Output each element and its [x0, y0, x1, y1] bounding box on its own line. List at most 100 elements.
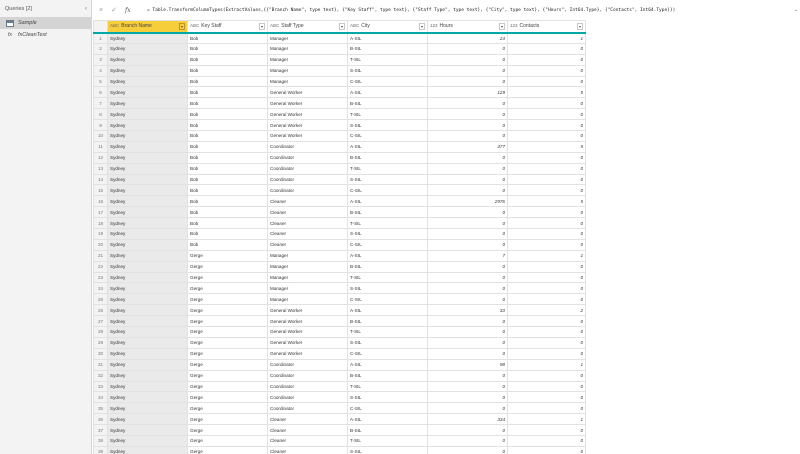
table-cell[interactable]: 0	[427, 75, 508, 88]
table-cell[interactable]: B-SIL	[347, 315, 428, 328]
table-cell[interactable]: Coordinator	[267, 391, 348, 404]
table-cell[interactable]: Coordinator	[267, 140, 348, 153]
table-cell[interactable]: 0	[507, 64, 586, 77]
table-cell[interactable]: General Worker	[267, 347, 348, 360]
table-cell[interactable]: 0	[427, 53, 508, 66]
collapse-chevron-icon[interactable]: ‹	[85, 6, 87, 12]
column-header-city[interactable]: ABC City ▾	[347, 20, 428, 34]
table-cell[interactable]: Sydney	[107, 32, 188, 44]
row-number[interactable]: 8	[93, 108, 108, 121]
table-cell[interactable]: 0	[507, 42, 586, 55]
row-number[interactable]: 17	[93, 206, 108, 219]
table-cell[interactable]: Bob	[187, 195, 268, 208]
table-cell[interactable]: 0	[427, 130, 508, 142]
table-cell[interactable]: 0	[427, 217, 508, 230]
table-cell[interactable]: Gerge	[187, 402, 268, 415]
table-cell[interactable]: 0	[427, 184, 508, 197]
table-cell[interactable]: Manager	[267, 53, 348, 66]
table-cell[interactable]: Sydney	[107, 108, 188, 121]
table-cell[interactable]: 0	[507, 380, 586, 393]
table-cell[interactable]: Bob	[187, 151, 268, 164]
table-cell[interactable]: 0	[427, 162, 508, 175]
table-cell[interactable]: Coordinator	[267, 402, 348, 415]
table-cell[interactable]: Sydney	[107, 75, 188, 88]
filter-dropdown-icon[interactable]: ▾	[499, 23, 505, 30]
table-cell[interactable]: C-SIL	[347, 75, 428, 88]
table-cell[interactable]: Bob	[187, 64, 268, 77]
filter-dropdown-icon[interactable]: ▾	[179, 23, 185, 30]
table-cell[interactable]: Sydney	[107, 217, 188, 230]
table-cell[interactable]: 0	[427, 391, 508, 404]
table-cell[interactable]: 0	[427, 445, 508, 454]
table-cell[interactable]: Sydney	[107, 293, 188, 306]
table-cell[interactable]: Sydney	[107, 130, 188, 142]
table-cell[interactable]: 0	[507, 336, 586, 349]
row-number[interactable]: 32	[93, 369, 108, 382]
table-cell[interactable]: Gerge	[187, 358, 268, 371]
table-cell[interactable]: Sydney	[107, 53, 188, 66]
table-cell[interactable]: Cleaner	[267, 206, 348, 219]
table-cell[interactable]: Sydney	[107, 413, 188, 426]
query-item-sample[interactable]: Sample	[0, 17, 91, 29]
table-cell[interactable]: Bob	[187, 97, 268, 110]
table-cell[interactable]: A-SIL	[347, 140, 428, 153]
table-cell[interactable]: Sydney	[107, 173, 188, 186]
table-cell[interactable]: Cleaner	[267, 217, 348, 230]
table-cell[interactable]: C-SIL	[347, 347, 428, 360]
table-cell[interactable]: 0	[507, 391, 586, 404]
table-cell[interactable]: 0	[507, 53, 586, 66]
row-number[interactable]: 6	[93, 86, 108, 99]
row-number[interactable]: 10	[93, 130, 108, 142]
table-cell[interactable]: Sydney	[107, 358, 188, 371]
table-cell[interactable]: Sydney	[107, 424, 188, 436]
column-header-branch-name[interactable]: ABC Branch Name ▾	[107, 20, 188, 34]
filter-dropdown-icon[interactable]: ▾	[339, 23, 345, 30]
table-cell[interactable]: B-SIL	[347, 424, 428, 436]
table-cell[interactable]: 0	[507, 424, 586, 436]
table-cell[interactable]: Bob	[187, 140, 268, 153]
row-number[interactable]: 24	[93, 282, 108, 295]
table-cell[interactable]: C-SIL	[347, 184, 428, 197]
queries-header[interactable]: Queries [2] ‹	[0, 0, 91, 17]
table-cell[interactable]: 0	[427, 282, 508, 295]
table-cell[interactable]: S-SIL	[347, 336, 428, 349]
table-cell[interactable]: Sydney	[107, 42, 188, 55]
table-cell[interactable]: Gerge	[187, 380, 268, 393]
table-cell[interactable]: 0	[427, 424, 508, 436]
table-cell[interactable]: T-SIL	[347, 108, 428, 121]
table-cell[interactable]: 33	[427, 304, 508, 317]
table-cell[interactable]: 0	[507, 445, 586, 454]
table-cell[interactable]: 0	[507, 184, 586, 197]
table-cell[interactable]: Sydney	[107, 326, 188, 338]
table-cell[interactable]: 477	[427, 140, 508, 153]
row-number[interactable]: 13	[93, 162, 108, 175]
table-cell[interactable]: 0	[507, 217, 586, 230]
table-cell[interactable]: Bob	[187, 162, 268, 175]
table-cell[interactable]: Manager	[267, 260, 348, 273]
table-cell[interactable]: T-SIL	[347, 271, 428, 284]
table-cell[interactable]: General Worker	[267, 97, 348, 110]
table-cell[interactable]: Bob	[187, 108, 268, 121]
column-header-staff-type[interactable]: ABC Staff Type ▾	[267, 20, 348, 34]
table-cell[interactable]: 334	[427, 413, 508, 426]
table-cell[interactable]: Gerge	[187, 369, 268, 382]
table-cell[interactable]: Cleaner	[267, 228, 348, 240]
table-cell[interactable]: Sydney	[107, 206, 188, 219]
row-number[interactable]: 36	[93, 413, 108, 426]
table-cell[interactable]: T-SIL	[347, 434, 428, 447]
table-cell[interactable]: 0	[427, 64, 508, 77]
table-cell[interactable]: Sydney	[107, 271, 188, 284]
table-cell[interactable]: 0	[507, 315, 586, 328]
table-cell[interactable]: C-SIL	[347, 130, 428, 142]
row-number[interactable]: 18	[93, 217, 108, 230]
row-number[interactable]: 39	[93, 445, 108, 454]
formula-input[interactable]: = Table.TransformColumnTypes(ExtractValu…	[147, 4, 792, 16]
table-cell[interactable]: Sydney	[107, 336, 188, 349]
table-cell[interactable]: Sydney	[107, 391, 188, 404]
table-cell[interactable]: 0	[427, 380, 508, 393]
table-cell[interactable]: Bob	[187, 228, 268, 240]
table-cell[interactable]: Coordinator	[267, 151, 348, 164]
table-cell[interactable]: Manager	[267, 293, 348, 306]
table-cell[interactable]: S-SIL	[347, 64, 428, 77]
fx-icon[interactable]: fx	[125, 7, 131, 14]
